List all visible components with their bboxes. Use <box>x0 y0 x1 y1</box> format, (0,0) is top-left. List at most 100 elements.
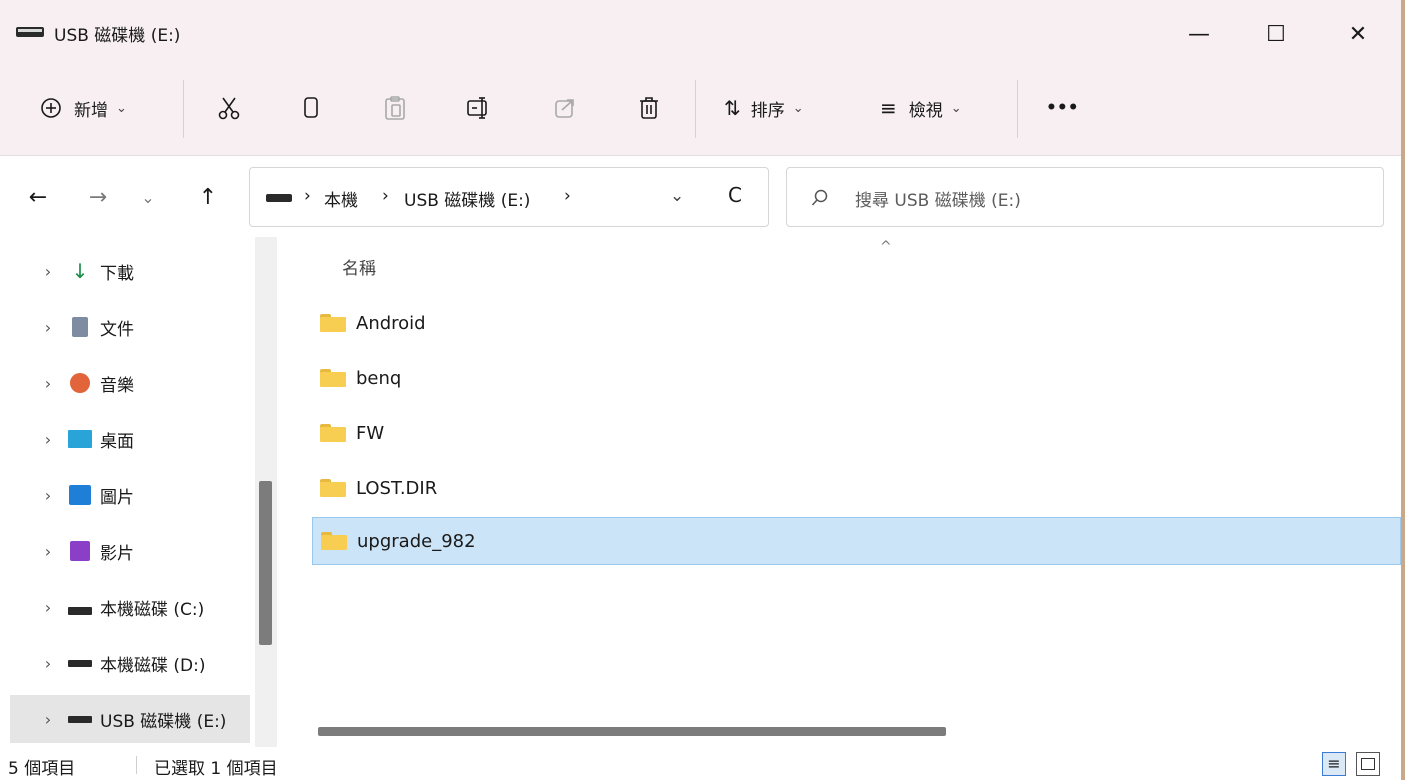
recent-locations-button[interactable]: ⌄ <box>130 179 166 215</box>
usb-drive-icon <box>266 194 292 202</box>
expand-chevron-icon[interactable]: › <box>28 318 68 337</box>
chevron-down-icon: ⌄ <box>950 100 962 116</box>
file-name: upgrade_982 <box>357 530 476 552</box>
expand-chevron-icon[interactable]: › <box>28 262 68 281</box>
breadcrumb-separator: › <box>382 186 389 206</box>
tiles-view-button[interactable] <box>1356 752 1380 776</box>
folder-icon <box>320 479 346 497</box>
details-view-button[interactable]: ≡ <box>1322 752 1346 776</box>
share-icon <box>555 99 574 118</box>
address-dropdown-button[interactable]: ⌄ <box>670 186 684 206</box>
file-name: LOST.DIR <box>356 477 438 499</box>
folder-icon <box>320 369 346 387</box>
download-icon: ↓ <box>71 259 89 283</box>
sidebar-item-documents[interactable]: › 文件 <box>10 303 250 351</box>
sidebar-item-downloads[interactable]: › ↓ 下載 <box>10 247 250 295</box>
sidebar-item-label: 本機磁碟 (D:) <box>100 655 206 676</box>
minimize-button[interactable]: — <box>1176 14 1222 54</box>
expand-chevron-icon[interactable]: › <box>28 430 68 449</box>
new-label: 新增 <box>74 100 108 121</box>
up-button[interactable]: ↑ <box>190 179 226 215</box>
search-input[interactable]: 搜尋 USB 磁碟機 (E:) <box>855 186 1021 211</box>
window-title: USB 磁碟機 (E:) <box>54 26 181 46</box>
scissors-icon <box>218 97 240 120</box>
breadcrumb-item[interactable]: USB 磁碟機 (E:) <box>404 186 530 211</box>
breadcrumb-separator: › <box>304 186 311 206</box>
cut-button[interactable] <box>216 88 242 128</box>
videos-icon <box>68 540 92 562</box>
sort-button[interactable]: ⇅ 排序 ⌄ <box>724 88 804 128</box>
sidebar-item-drive-c[interactable]: › 本機磁碟 (C:) <box>10 583 250 631</box>
rename-button[interactable] <box>466 88 492 128</box>
expand-chevron-icon[interactable]: › <box>28 486 68 505</box>
usb-drive-icon <box>68 708 92 730</box>
file-row[interactable]: LOST.DIR <box>312 464 1401 512</box>
paste-button[interactable] <box>383 88 407 128</box>
rename-icon <box>467 97 487 119</box>
sidebar-scrollbar-thumb[interactable] <box>259 481 272 645</box>
sidebar-item-label: 桌面 <box>100 431 134 452</box>
sidebar-item-pictures[interactable]: › 圖片 <box>10 471 250 519</box>
file-name: Android <box>356 312 426 334</box>
expand-chevron-icon[interactable]: › <box>28 654 68 673</box>
expand-chevron-icon[interactable]: › <box>28 374 68 393</box>
expand-chevron-icon[interactable]: › <box>28 542 68 561</box>
desktop-icon <box>68 428 92 450</box>
file-list: ^ 名稱 Android benq FW LOST.DIR upgrade_98… <box>290 237 1401 747</box>
chevron-down-icon: ⌄ <box>792 100 804 116</box>
sidebar-item-drive-e[interactable]: › USB 磁碟機 (E:) <box>10 695 250 743</box>
sidebar-item-label: 文件 <box>100 319 134 340</box>
new-button[interactable]: 新增 ⌄ <box>40 88 127 128</box>
breadcrumb-separator: › <box>564 186 571 206</box>
more-options-button[interactable]: ••• <box>1046 88 1079 128</box>
trash-icon <box>640 97 658 119</box>
file-row[interactable]: FW <box>312 409 1401 457</box>
music-icon <box>68 372 92 394</box>
documents-icon <box>68 316 92 338</box>
folder-icon <box>321 532 347 550</box>
file-name: FW <box>356 422 385 444</box>
sidebar-item-label: 影片 <box>100 543 134 564</box>
divider <box>695 80 696 138</box>
file-row[interactable]: benq <box>312 354 1401 402</box>
sidebar-item-label: USB 磁碟機 (E:) <box>100 711 227 732</box>
drive-icon <box>68 652 92 674</box>
sort-label: 排序 <box>750 100 785 121</box>
address-bar[interactable]: › 本機 › USB 磁碟機 (E:) › ⌄ C <box>249 167 769 227</box>
view-label: 檢視 <box>908 100 943 121</box>
paste-icon <box>385 96 405 120</box>
item-count: 5 個項目 <box>8 759 76 779</box>
title-bar: USB 磁碟機 (E:) — ☐ ✕ <box>0 0 1401 66</box>
forward-button[interactable]: → <box>80 179 116 215</box>
chevron-down-icon: ⌄ <box>116 100 127 116</box>
pictures-icon <box>68 484 92 506</box>
expand-chevron-icon[interactable]: › <box>28 598 68 617</box>
sidebar-item-label: 音樂 <box>100 375 134 396</box>
folder-icon <box>320 424 346 442</box>
sidebar-item-label: 本機磁碟 (C:) <box>100 599 205 620</box>
expand-chevron-icon[interactable]: › <box>28 710 68 729</box>
search-icon <box>811 189 828 206</box>
search-box[interactable]: 搜尋 USB 磁碟機 (E:) <box>786 167 1384 227</box>
horizontal-scrollbar-thumb[interactable] <box>318 727 946 736</box>
sidebar-item-desktop[interactable]: › 桌面 <box>10 415 250 463</box>
share-button[interactable] <box>553 88 577 128</box>
back-button[interactable]: ← <box>20 179 56 215</box>
sidebar-item-videos[interactable]: › 影片 <box>10 527 250 575</box>
file-row-selected[interactable]: upgrade_982 <box>312 517 1401 565</box>
divider <box>136 756 137 774</box>
delete-button[interactable] <box>637 88 661 128</box>
sidebar-item-music[interactable]: › 音樂 <box>10 359 250 407</box>
sidebar-item-drive-d[interactable]: › 本機磁碟 (D:) <box>10 639 250 687</box>
refresh-button[interactable]: C <box>728 183 742 207</box>
file-row[interactable]: Android <box>312 299 1401 347</box>
column-header-name[interactable]: 名稱 <box>342 254 376 279</box>
sidebar-item-label: 圖片 <box>100 487 134 508</box>
copy-button[interactable] <box>300 88 322 128</box>
command-bar: 新增 ⌄ ⇅ 排序 ⌄ ≡ 檢視 ⌄ ••• <box>0 66 1401 156</box>
breadcrumb-item[interactable]: 本機 <box>324 186 358 211</box>
view-button[interactable]: ≡ 檢視 ⌄ <box>880 88 962 128</box>
close-button[interactable]: ✕ <box>1335 14 1381 54</box>
system-drive-icon <box>68 596 92 618</box>
maximize-button[interactable]: ☐ <box>1253 14 1299 54</box>
